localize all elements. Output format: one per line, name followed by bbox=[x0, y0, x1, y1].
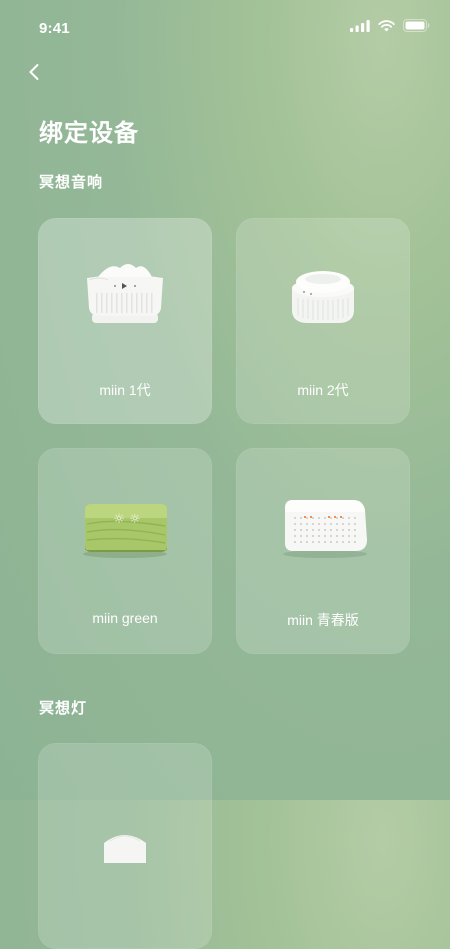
device-name: miin 2代 bbox=[297, 382, 349, 398]
wifi-icon bbox=[378, 19, 395, 31]
device-card-miin-youth[interactable]: miin 青春版 bbox=[236, 448, 410, 654]
meditation-lamp-image bbox=[38, 773, 212, 873]
back-button[interactable] bbox=[23, 60, 47, 84]
svg-text:☼ ☼: ☼ ☼ bbox=[113, 512, 140, 527]
speaker-gen2-image bbox=[236, 248, 410, 348]
device-name: miin 1代 bbox=[99, 382, 151, 398]
chevron-left-icon bbox=[29, 64, 39, 80]
device-card-miin-1[interactable]: miin 1代 bbox=[38, 218, 212, 424]
speaker-green-image: ☼ ☼ bbox=[38, 478, 212, 578]
status-icons bbox=[350, 19, 430, 32]
page-title: 绑定设备 bbox=[39, 120, 139, 147]
device-card-miin-green[interactable]: ☼ ☼ miin green bbox=[38, 448, 212, 654]
battery-icon bbox=[403, 19, 430, 32]
section-title-lamps: 冥想灯 bbox=[39, 700, 88, 717]
device-card-miin-2[interactable]: miin 2代 bbox=[236, 218, 410, 424]
device-card-lamp[interactable] bbox=[38, 743, 212, 949]
speaker-youth-image bbox=[236, 478, 410, 578]
device-name: miin 青春版 bbox=[287, 612, 359, 628]
status-time: 9:41 bbox=[39, 20, 70, 37]
speaker-gen1-image bbox=[38, 248, 212, 348]
cellular-signal-icon bbox=[350, 19, 370, 32]
status-bar: 9:41 bbox=[0, 0, 450, 56]
section-title-speakers: 冥想音响 bbox=[39, 174, 104, 191]
device-name: miin green bbox=[92, 610, 158, 626]
